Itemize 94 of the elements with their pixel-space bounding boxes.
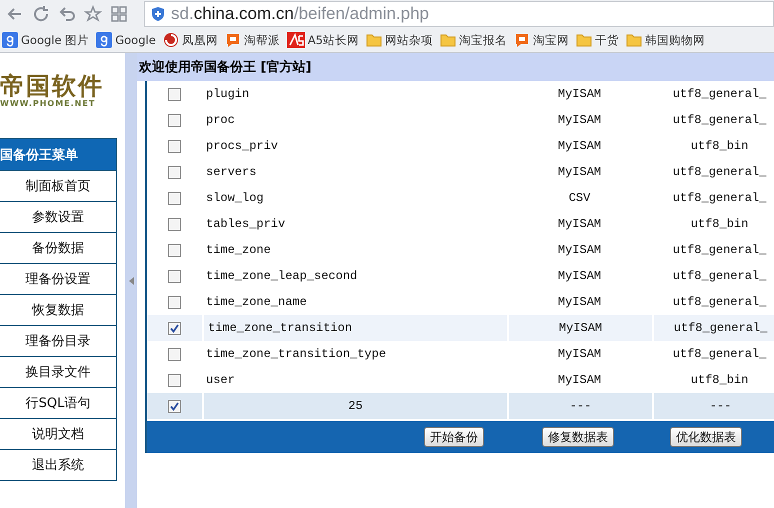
collation-cell-text: utf8_general_: [672, 112, 768, 129]
engine-cell-text: MyISAM: [556, 268, 602, 285]
table-name-cell-text: tables_priv: [205, 216, 286, 233]
bookmark[interactable]: 干货: [574, 32, 621, 48]
swirl-icon: [162, 32, 179, 48]
checkbox[interactable]: [168, 244, 181, 256]
collation-cell: ---: [652, 393, 774, 419]
collation-cell-text: utf8_general_: [672, 190, 768, 207]
collation-cell-text: utf8_general_: [672, 164, 768, 181]
engine-cell-text: MyISAM: [556, 164, 602, 181]
engine-cell-text: MyISAM: [556, 216, 602, 233]
collation-cell-text: utf8_general_: [672, 294, 768, 311]
collation-cell-text: utf8_general_: [672, 86, 768, 103]
bookmark[interactable]: 韩国购物网: [624, 32, 707, 48]
engine-cell-text: MyISAM: [556, 112, 602, 129]
logo-title: 帝国软件: [0, 73, 105, 99]
speech-bubble-icon: [514, 32, 530, 48]
undo-icon[interactable]: [58, 5, 76, 23]
engine-cell-text: MyISAM: [556, 86, 602, 103]
speech-bubble-icon: [224, 32, 241, 48]
checkbox[interactable]: [168, 348, 181, 360]
logo-subtitle: WWW.PHOME.NET: [0, 99, 96, 108]
optimize-button[interactable]: 优化数据表: [670, 427, 742, 447]
collation-cell-text: utf8_bin: [690, 138, 750, 155]
engine-cell-text: MyISAM: [556, 294, 602, 311]
refresh-icon[interactable]: [32, 5, 50, 23]
checkbox[interactable]: [168, 88, 181, 100]
menu-item[interactable]: 理备份设置: [0, 263, 116, 294]
checkbox[interactable]: [168, 218, 181, 230]
grid-icon[interactable]: [110, 5, 128, 23]
engine-cell-text: MyISAM: [556, 372, 602, 389]
checkbox[interactable]: [168, 140, 181, 152]
table-name-cell-text: time_zone_transition_type: [205, 346, 388, 363]
menu-item[interactable]: 退出系统: [0, 449, 116, 480]
collation-cell-text: utf8_bin: [690, 216, 750, 233]
checkbox[interactable]: [168, 166, 181, 178]
collapse-arrow-icon[interactable]: [128, 276, 134, 284]
bookmark[interactable]: 网站杂项: [364, 32, 435, 48]
menu-item[interactable]: 参数设置: [0, 201, 116, 232]
table-name-cell-text: time_zone: [205, 242, 272, 259]
bookmark[interactable]: 淘宝报名: [438, 32, 509, 48]
table-name-cell-text: user: [205, 372, 236, 389]
menu-item[interactable]: 理备份目录: [0, 325, 116, 356]
count-cell: 25: [202, 393, 507, 419]
collation-cell-text: utf8_general_: [672, 242, 768, 259]
checkbox[interactable]: [168, 192, 181, 204]
g-letter-icon: [96, 32, 112, 48]
bookmark[interactable]: Google 图片: [0, 32, 92, 48]
table-name-cell-text: servers: [205, 164, 258, 181]
shield-icon: [151, 6, 165, 22]
menu-item[interactable]: 备份数据: [0, 232, 116, 263]
table-name-cell-text: plugin: [205, 86, 250, 103]
checkbox[interactable]: [168, 114, 181, 126]
g-letter-icon: [2, 32, 18, 48]
engine-cell-text: CSV: [568, 190, 592, 207]
engine-cell-text: MyISAM: [556, 346, 602, 363]
checkbox[interactable]: [168, 296, 181, 308]
table-name-cell-text: procs_priv: [205, 138, 280, 155]
table-name-cell-text: slow_log: [205, 190, 265, 207]
menu-item[interactable]: 行SQL语句: [0, 387, 116, 418]
bookmark[interactable]: 淘帮派: [222, 32, 282, 48]
collation-cell-text: utf8_general_: [672, 346, 768, 363]
backup-button[interactable]: 开始备份: [424, 427, 484, 447]
checkbox[interactable]: [168, 400, 181, 412]
url-text: sd.china.com.cn/beifen/admin.php: [171, 4, 430, 24]
menu-item[interactable]: 换目录文件: [0, 356, 116, 387]
menu-item[interactable]: 制面板首页: [0, 170, 116, 201]
engine-cell-text: MyISAM: [556, 138, 602, 155]
checkbox[interactable]: [168, 322, 181, 334]
table-name-cell-text: time_zone_leap_second: [205, 268, 358, 285]
collation-cell-text: utf8_general_: [672, 268, 768, 285]
folder-icon: [576, 33, 592, 47]
engine-cell-text: MyISAM: [556, 242, 602, 259]
repair-button[interactable]: 修复数据表: [542, 427, 614, 447]
bookmark[interactable]: Google: [94, 32, 158, 48]
bookmark[interactable]: 淘宝网: [512, 32, 571, 48]
bookmark[interactable]: A5站长网: [284, 32, 361, 48]
page-header: 欢迎使用帝国备份王 [官方站]: [137, 53, 774, 81]
bookmark[interactable]: 凤凰网: [160, 32, 220, 48]
address-bar[interactable]: sd.china.com.cn/beifen/admin.php: [144, 1, 774, 27]
folder-icon: [626, 33, 642, 47]
menu-item[interactable]: 说明文档: [0, 418, 116, 449]
a5-logo-icon: [286, 32, 305, 48]
checkbox[interactable]: [168, 374, 181, 386]
engine-cell: ---: [507, 393, 652, 419]
checkbox[interactable]: [168, 270, 181, 282]
star-icon[interactable]: [84, 5, 102, 23]
collation-cell-text: utf8_bin: [690, 372, 750, 389]
folder-icon: [440, 33, 456, 47]
folder-icon: [366, 33, 382, 47]
table-name-cell-text: time_zone_name: [205, 294, 308, 311]
menu-title: 国备份王菜单: [0, 139, 116, 170]
table-name-cell-text: proc: [205, 112, 236, 129]
menu-item[interactable]: 恢复数据: [0, 294, 116, 325]
